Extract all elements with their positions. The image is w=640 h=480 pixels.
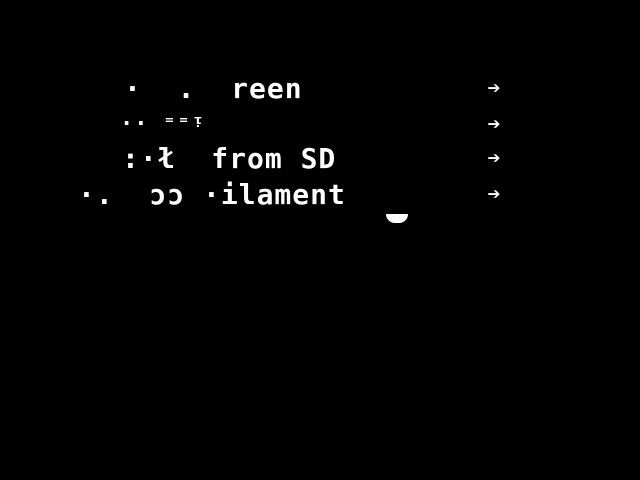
menu-item-label: :·ł from SD — [122, 142, 337, 175]
menu-item-filament[interactable]: ·. ɔɔ ·ilament ➔ — [72, 178, 522, 212]
menu-item-label: ·· ⁼⁼ᵎ — [120, 112, 206, 137]
right-arrow-icon: ➔ — [487, 146, 501, 171]
menu-item-label: ·. ɔɔ ·ilament — [78, 178, 346, 211]
lcd-screen: · . reen ➔ ·· ⁼⁼ᵎ ➔ :·ł from SD ➔ ·. ɔɔ … — [0, 0, 640, 480]
menu-list: · . reen ➔ ·· ⁼⁼ᵎ ➔ :·ł from SD ➔ ·. ɔɔ … — [0, 0, 640, 480]
right-arrow-icon: ➔ — [487, 112, 501, 137]
cursor-indicator-icon — [386, 214, 408, 223]
menu-item-second[interactable]: ·· ⁼⁼ᵎ ➔ — [72, 108, 522, 142]
menu-item-print-from-sd[interactable]: :·ł from SD ➔ — [72, 142, 522, 176]
right-arrow-icon: ➔ — [487, 182, 501, 207]
menu-item-screen[interactable]: · . reen ➔ — [72, 72, 522, 106]
menu-item-label: · . reen — [124, 72, 303, 105]
right-arrow-icon: ➔ — [487, 76, 501, 101]
